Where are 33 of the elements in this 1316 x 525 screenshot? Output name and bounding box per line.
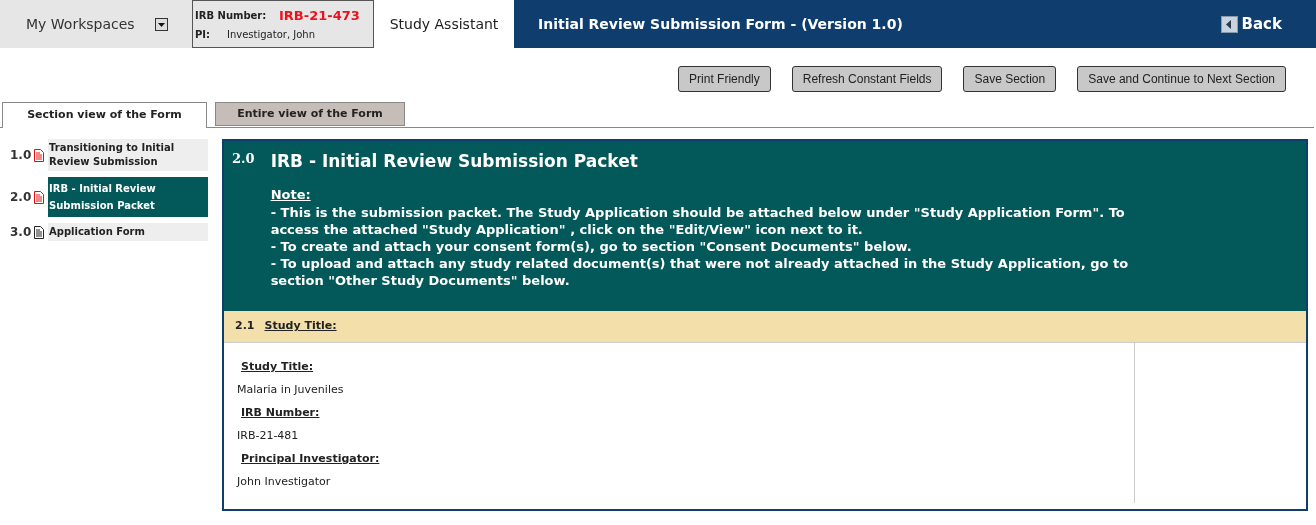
action-button[interactable]: Refresh Constant Fields [791, 66, 943, 92]
form-title: Initial Review Submission Form - (Version 1.0) [538, 14, 903, 34]
field-label: Principal Investigator: [240, 451, 380, 467]
subsection-header: 2.1 Study Title: [224, 311, 1306, 343]
section-number: 3.0 [10, 224, 30, 241]
back-button[interactable]: Back [1220, 12, 1282, 36]
panel-title: IRB - Initial Review Submission Packet [270, 150, 639, 173]
action-button[interactable]: Save and Continue to Next Section [1077, 66, 1286, 92]
field-label: IRB Number: [240, 405, 320, 421]
note-label: Note: [270, 185, 311, 204]
note-text: - This is the submission packet. The Study Application should be attached below under "Study Application Form". To access the attached "Study Application" , click on the "Edit/View" icon next to it. [270, 204, 1126, 238]
section-item[interactable]: IRB - Initial Review Submission Packet [48, 177, 208, 217]
action-button[interactable]: Save Section [963, 66, 1057, 92]
workspaces-menu[interactable]: My Workspaces [0, 0, 192, 48]
action-button[interactable]: Print Friendly [678, 66, 771, 92]
irb-number-label: IRB Number: [195, 9, 268, 23]
pi-label: PI: [195, 28, 212, 43]
form-view-tab[interactable]: Entire view of the Form [215, 102, 405, 126]
section-number: 1.0 [10, 147, 30, 164]
note-text: - To upload and attach any study related document(s) that were not already attached in the Study Application, go to section "Other Study Documents" below. [270, 255, 1130, 289]
section-item[interactable]: Transitioning to Initial Review Submission [48, 139, 208, 171]
field-label: Study Title: [240, 359, 314, 375]
panel-number: 2.0 [232, 150, 255, 168]
irb-number: IRB-21-473 [279, 6, 360, 25]
field-value: Malaria in Juveniles [237, 381, 345, 398]
section-number: 2.0 [10, 189, 30, 206]
section-item[interactable]: Application Form [48, 223, 208, 241]
form-view-tab[interactable]: Section view of the Form [2, 102, 207, 128]
dropdown-icon [154, 17, 168, 31]
field-value: IRB-21-481 [237, 427, 300, 444]
field-value: John Investigator [237, 473, 332, 490]
note-text: - To create and attach your consent form(s), go to section "Consent Documents" below. [270, 238, 913, 255]
pi-name: Investigator, John [227, 28, 315, 43]
